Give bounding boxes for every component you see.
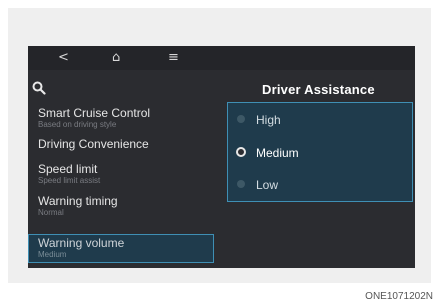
- menu-item-label: Speed limit: [38, 162, 98, 176]
- option-low[interactable]: Low: [228, 170, 412, 202]
- menu-item-subtitle: Speed limit assist: [38, 176, 101, 185]
- top-bar: < ⌂ ≡: [28, 46, 415, 70]
- menu-icon[interactable]: ≡: [168, 49, 179, 67]
- figure-caption: ONE1071202N: [365, 291, 433, 302]
- search-icon[interactable]: [32, 80, 46, 99]
- menu-item-subtitle: Normal: [38, 208, 64, 217]
- radio-icon: [237, 115, 245, 123]
- radio-selected-icon: [236, 147, 246, 157]
- volume-options-popup: High Medium Low: [227, 102, 413, 202]
- option-label: Low: [256, 178, 279, 192]
- menu-item-warning-volume[interactable]: Warning volume Medium: [28, 234, 214, 263]
- back-icon[interactable]: <: [58, 49, 69, 67]
- menu-item-subtitle: Medium: [38, 250, 67, 259]
- menu-item-label: Warning volume: [38, 236, 125, 250]
- menu-item-driving-convenience[interactable]: Driving Convenience: [38, 137, 149, 151]
- home-icon[interactable]: ⌂: [112, 49, 120, 67]
- menu-item-label: Warning timing: [38, 194, 118, 208]
- menu-item-label: Smart Cruise Control: [38, 106, 151, 120]
- radio-icon: [237, 180, 245, 188]
- option-medium[interactable]: Medium: [228, 138, 412, 170]
- infotainment-screen: < ⌂ ≡ Driver Assistance Smart Cruise Con…: [28, 46, 415, 268]
- option-label: High: [256, 113, 281, 127]
- option-high[interactable]: High: [228, 105, 412, 137]
- menu-item-subtitle: Based on driving style: [38, 120, 117, 129]
- menu-item-smart-cruise-control[interactable]: Smart Cruise Control Based on driving st…: [38, 106, 150, 129]
- page-title: Driver Assistance: [262, 82, 375, 97]
- menu-item-speed-limit[interactable]: Speed limit Speed limit assist: [38, 162, 100, 185]
- menu-item-label: Driving Convenience: [38, 137, 149, 151]
- option-label: Medium: [256, 146, 299, 160]
- menu-item-warning-timing[interactable]: Warning timing Normal: [38, 194, 118, 217]
